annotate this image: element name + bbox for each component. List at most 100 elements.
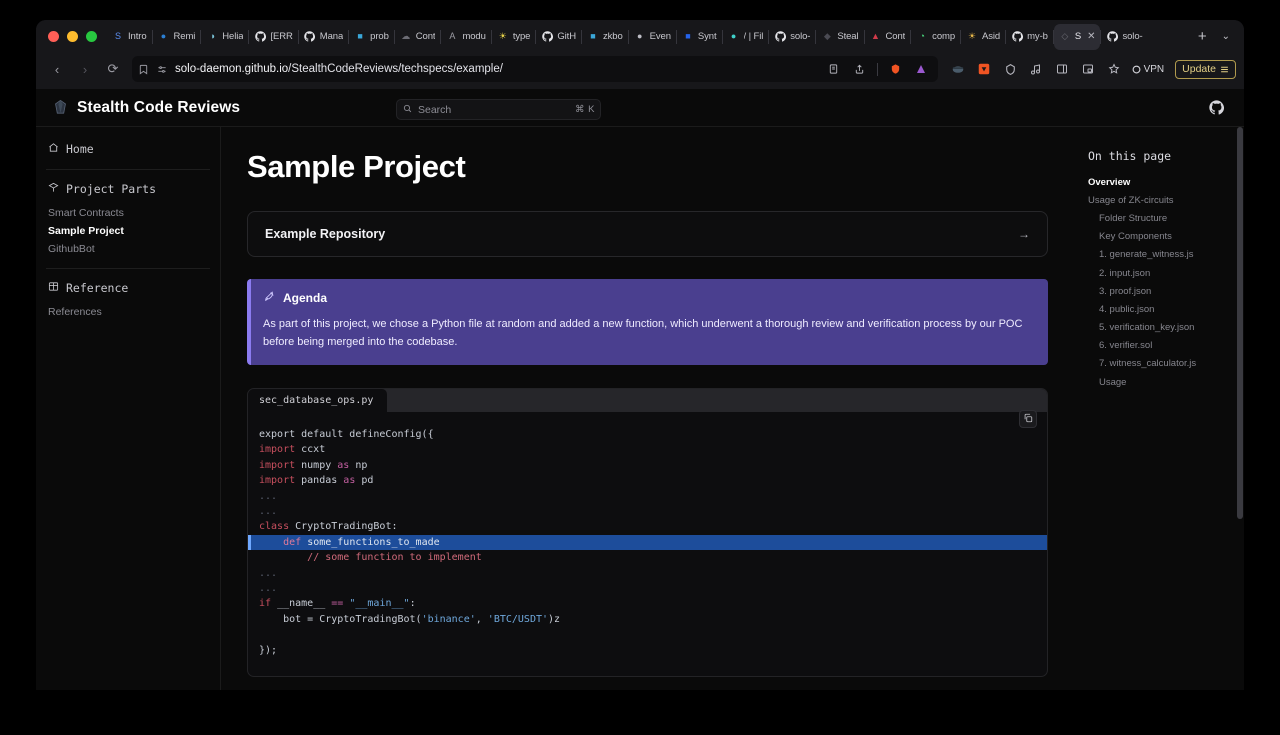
browser-tab[interactable]: ■ zkbo xyxy=(582,24,628,50)
brave-shields-icon[interactable] xyxy=(887,61,904,78)
sidebar-item-home[interactable]: Home xyxy=(46,139,210,159)
code-line: ... xyxy=(259,505,278,517)
browser-tab[interactable]: ◇ S ✕ xyxy=(1053,23,1101,50)
tab-favicon-icon: S xyxy=(114,31,121,41)
browser-tab[interactable]: Amodu xyxy=(441,24,490,50)
toc-item[interactable]: 5. verification_key.json xyxy=(1088,319,1228,337)
tab-label: comp xyxy=(932,31,956,42)
tab-favicon-icon: ● xyxy=(160,31,167,41)
code-block: sec_database_ops.py export default defin… xyxy=(247,387,1048,678)
toc-item[interactable]: 1. generate_witness.js xyxy=(1088,246,1228,264)
toc-item[interactable]: 4. public.json xyxy=(1088,300,1228,318)
browser-tab[interactable]: [ERR xyxy=(249,24,297,50)
toc-item[interactable]: Usage xyxy=(1088,373,1228,391)
tab-close-icon[interactable]: ✕ xyxy=(1087,31,1095,42)
omnibox-divider xyxy=(876,62,878,76)
browser-tab[interactable]: ◔ comp xyxy=(911,24,960,50)
tab-favicon-icon xyxy=(774,31,786,43)
browser-tab[interactable]: ■ prob xyxy=(349,24,394,50)
reading-list-icon[interactable] xyxy=(825,61,842,78)
site-settings-icon[interactable] xyxy=(156,64,168,75)
tab-favicon-icon: ■ xyxy=(357,31,363,41)
url-host: solo-daemon.github.io xyxy=(175,63,289,75)
toc-item[interactable]: Key Components xyxy=(1088,228,1228,246)
sidebar-section: Reference References xyxy=(36,279,220,321)
scrollbar-thumb[interactable] xyxy=(1237,127,1243,519)
toc-item[interactable]: Folder Structure xyxy=(1088,209,1228,227)
github-icon[interactable] xyxy=(1209,100,1224,115)
browser-tab[interactable]: Mana xyxy=(299,24,348,50)
code-line: import ccxt xyxy=(259,444,326,456)
browser-window: S Intro ● Remi ◑ Helia [ERR Mana ■ prob ☁ Cont Amodu… xyxy=(36,20,1244,690)
browser-tab[interactable]: my-b xyxy=(1006,24,1053,50)
code-file-tab[interactable]: sec_database_ops.py xyxy=(248,388,388,412)
brave-leo-icon[interactable] xyxy=(976,61,993,78)
share-icon[interactable] xyxy=(851,61,868,78)
browser-tab[interactable]: ◆ Steal xyxy=(816,24,863,50)
tab-label: Steal xyxy=(837,31,859,42)
maximize-window-button[interactable] xyxy=(86,31,97,42)
music-icon[interactable] xyxy=(1028,61,1045,78)
code-line: ... xyxy=(259,583,278,594)
toc-item[interactable]: Usage of ZK-circuits xyxy=(1088,191,1228,209)
bookmark-icon[interactable] xyxy=(138,64,149,75)
forward-button[interactable]: › xyxy=(72,56,98,82)
sidebar-sections: Project Parts Smart Contracts Sample Proje… xyxy=(36,180,220,321)
browser-tab[interactable]: solo- xyxy=(1101,24,1147,50)
toc-title: On this page xyxy=(1088,149,1172,163)
browser-tab[interactable]: S Intro xyxy=(107,24,152,50)
close-window-button[interactable] xyxy=(48,31,59,42)
reload-button[interactable]: ⟳ xyxy=(100,56,126,82)
tab-list-chevron-icon[interactable]: ⌄ xyxy=(1216,31,1240,42)
address-bar[interactable]: solo-daemon.github.io/StealthCodeReviews… xyxy=(132,56,938,82)
agenda-header: Agenda xyxy=(263,290,1034,306)
tab-label: solo- xyxy=(790,31,811,42)
rocket-icon xyxy=(263,290,276,306)
tab-favicon-icon xyxy=(1011,31,1023,43)
brave-rewards-icon[interactable] xyxy=(950,61,967,78)
minimize-window-button[interactable] xyxy=(67,31,78,42)
update-button[interactable]: Update xyxy=(1175,59,1236,79)
page-scrollbar[interactable] xyxy=(1237,127,1243,690)
brave-triangle-icon[interactable] xyxy=(913,61,930,78)
browser-tab[interactable]: ◑ Helia xyxy=(201,24,248,50)
toc-item[interactable]: 6. verifier.sol xyxy=(1088,337,1228,355)
example-repository-card[interactable]: Example Repository → xyxy=(247,211,1048,257)
brave-wallet-icon[interactable] xyxy=(1002,61,1019,78)
browser-tab[interactable]: ● Remi xyxy=(153,24,201,50)
new-tab-button[interactable]: + xyxy=(1189,28,1216,45)
browser-tab[interactable]: ■ Synt xyxy=(677,24,722,50)
picture-in-picture-icon[interactable] xyxy=(1080,61,1097,78)
toc-item[interactable]: Overview xyxy=(1088,173,1228,191)
sidebar-toggle-icon[interactable] xyxy=(1054,61,1071,78)
browser-tabs: S Intro ● Remi ◑ Helia [ERR Mana ■ prob ☁ Cont Amodu… xyxy=(107,20,1189,53)
code-line: import numpy as np xyxy=(259,459,368,471)
browser-tab[interactable]: ☀ type xyxy=(492,24,536,50)
toc-item[interactable]: 7. witness_calculator.js xyxy=(1088,355,1228,373)
tab-favicon-icon: ☀ xyxy=(967,31,977,41)
browser-tab[interactable]: ● Even xyxy=(629,24,676,50)
search-input[interactable]: Search ⌘ K xyxy=(396,99,601,120)
toc-item[interactable]: 3. proof.json xyxy=(1088,282,1228,300)
copy-code-button[interactable] xyxy=(1019,409,1037,428)
tab-label: Cont xyxy=(415,31,436,42)
code-line: ... xyxy=(259,567,278,579)
vpn-button[interactable]: VPN xyxy=(1132,64,1164,75)
browser-tab[interactable]: ▲ Cont xyxy=(865,24,911,50)
toc-items: Overview Usage of ZK-circuits Folder Struc… xyxy=(1088,173,1228,391)
toc-item[interactable]: 2. input.json xyxy=(1088,264,1228,282)
bookmark-star-icon[interactable] xyxy=(1106,61,1123,78)
sidebar-item-sample-project[interactable]: Sample Project xyxy=(48,222,208,240)
sidebar-item-smart-contracts[interactable]: Smart Contracts xyxy=(48,204,208,222)
sidebar-item-references[interactable]: References xyxy=(48,303,208,321)
browser-tab[interactable]: ☁ Cont xyxy=(395,24,441,50)
sidebar-item-githubbot[interactable]: GithubBot xyxy=(48,240,208,258)
browser-tab[interactable]: ● / | Fil xyxy=(723,24,769,50)
tab-favicon-icon: ☀ xyxy=(498,31,507,41)
search-shortcut-hint: ⌘ K xyxy=(575,104,595,115)
browser-tab[interactable]: GitH xyxy=(536,24,581,50)
browser-tab[interactable]: ☀ Asid xyxy=(961,24,1005,50)
tab-label: my-b xyxy=(1027,31,1048,42)
browser-tab[interactable]: solo- xyxy=(769,24,815,50)
back-button[interactable]: ‹ xyxy=(44,56,70,82)
